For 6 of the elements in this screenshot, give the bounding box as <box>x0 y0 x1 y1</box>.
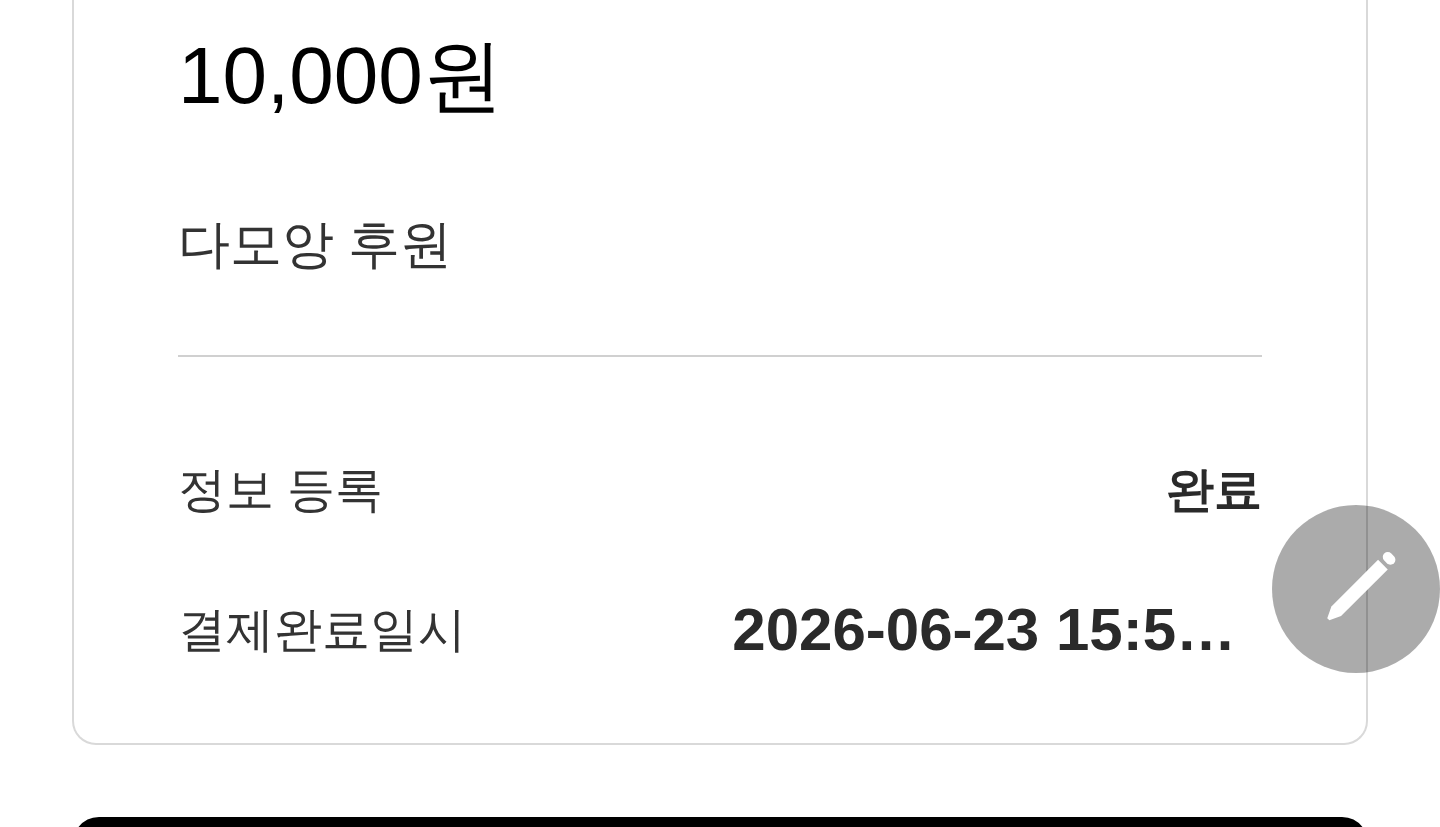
detail-value: 2026-06-23 15:5… <box>732 595 1236 665</box>
detail-label: 정보 등록 <box>178 462 384 518</box>
detail-label: 결제완료일시 <box>178 602 466 658</box>
detail-value: 완료 <box>1166 462 1262 518</box>
description-text: 다모앙 후원 <box>178 214 453 275</box>
amount-text: 10,000원 <box>178 30 503 122</box>
